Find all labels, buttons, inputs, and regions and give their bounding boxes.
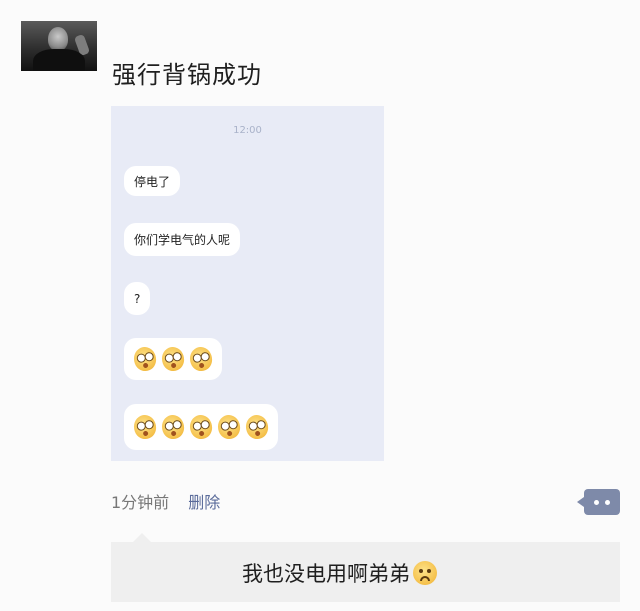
comment-icon[interactable] [577,489,620,515]
chat-bubble-text: 你们学电气的人呢 [134,233,231,247]
chat-bubble: 你们学电气的人呢 [124,223,241,256]
shocked-face-icon [244,413,270,441]
shocked-face-icon [132,345,158,373]
chat-bubble-text: 停电了 [134,174,171,189]
delete-link[interactable]: 删除 [188,493,220,512]
reply-content: 我也没电用啊弟弟 [242,558,437,588]
avatar-body [33,49,85,71]
chat-bubble: ? [124,282,151,315]
chat-timestamp: 12:00 [233,125,262,136]
reply-box: 我也没电用啊弟弟 [111,533,620,602]
sad-face-icon [413,561,437,585]
shocked-face-icon [188,413,214,441]
post-title: 强行背锅成功 [112,61,262,89]
post-time-ago: 1分钟前 [111,493,170,512]
chat-bubble-text: ? [134,291,141,306]
shocked-face-icon [160,345,186,373]
shocked-face-icon [132,413,158,441]
reply-text: 我也没电用啊弟弟 [242,562,410,586]
chat-screenshot-image[interactable]: 12:00 停电了 你们学电气的人呢 ? [111,106,384,461]
chat-bubble-emoji [124,338,222,380]
comment-dot [594,499,599,505]
chat-bubble: 停电了 [124,166,181,196]
shocked-face-icon [188,345,214,373]
avatar-head [48,27,68,51]
shocked-face-icon [216,413,242,441]
chat-bubble-emoji [124,404,278,450]
comment-dot [605,499,610,505]
avatar[interactable] [21,21,97,71]
post-meta: 1分钟前 删除 [111,489,220,513]
shocked-face-icon [160,413,186,441]
